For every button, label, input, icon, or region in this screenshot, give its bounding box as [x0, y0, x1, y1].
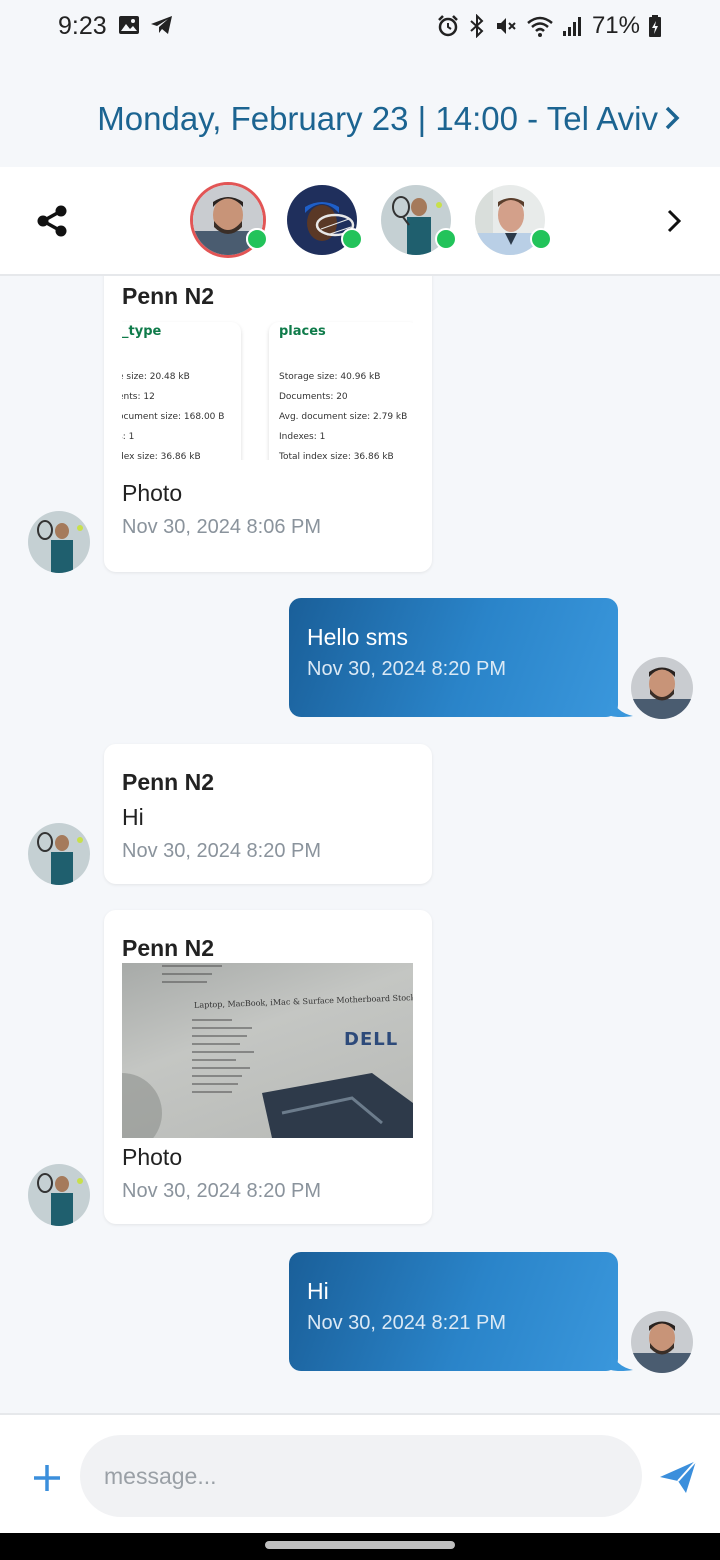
chevron-right-icon[interactable] — [664, 207, 684, 235]
my-avatar[interactable] — [631, 657, 693, 719]
message-timestamp: Nov 30, 2024 8:20 PM — [307, 658, 507, 680]
message-text: Photo — [122, 480, 183, 506]
message-text: Hello sms — [307, 624, 408, 650]
wifi-icon — [527, 16, 553, 37]
message-sender: Penn N2 — [122, 769, 215, 795]
my-avatar[interactable] — [631, 1311, 693, 1373]
message-text: Hi — [122, 804, 144, 830]
status-time: 9:23 — [58, 12, 107, 40]
message-input[interactable] — [80, 1435, 642, 1517]
add-attachment-button[interactable] — [30, 1461, 64, 1495]
online-indicator — [435, 228, 457, 250]
event-title[interactable]: Monday, February 23 | 14:00 - Tel Aviv — [97, 100, 658, 138]
mute-icon — [496, 18, 516, 34]
online-indicator — [246, 228, 268, 250]
message-text: Photo — [122, 1144, 183, 1170]
telegram-icon — [151, 16, 172, 34]
event-header: Monday, February 23 | 14:00 - Tel Aviv — [0, 56, 720, 167]
message-sender: Penn N2 — [122, 935, 215, 961]
photo-attachment[interactable]: _type e size: 20.48 kB ents: 12 ocument … — [122, 288, 413, 460]
participants-bar — [0, 167, 720, 276]
share-icon[interactable] — [34, 203, 70, 239]
incoming-message-card[interactable]: Penn N2 _type e size: 20.48 kB ents: 12 … — [104, 276, 432, 572]
battery-percent: 71% — [591, 12, 640, 39]
sender-avatar[interactable] — [28, 823, 90, 885]
status-bar: 9:23 71% — [0, 0, 720, 56]
message-text: Hi — [307, 1278, 329, 1304]
document-stats-panel: _type e size: 20.48 kB ents: 12 ocument … — [122, 322, 241, 460]
incoming-message-card[interactable]: Penn N2 Hi Nov 30, 2024 8:20 PM — [104, 744, 432, 884]
bubble-tail — [611, 1350, 633, 1371]
sender-avatar[interactable] — [28, 1164, 90, 1226]
home-gesture-handle[interactable] — [265, 1541, 455, 1549]
bubble-tail — [611, 696, 633, 717]
outgoing-message-bubble[interactable]: Hello sms Nov 30, 2024 8:20 PM — [289, 598, 618, 717]
system-nav-bar — [0, 1533, 720, 1560]
online-indicator — [530, 228, 552, 250]
bluetooth-icon — [470, 14, 484, 38]
gallery-icon — [119, 16, 139, 34]
signal-icon — [562, 17, 581, 36]
incoming-message-card[interactable]: Penn N2 Laptop, MacBook, iMac & Surface … — [104, 910, 432, 1224]
battery-charging-icon — [649, 15, 661, 37]
chat-messages[interactable]: Penn N2 _type e size: 20.48 kB ents: 12 … — [0, 276, 720, 1413]
message-composer — [0, 1413, 720, 1535]
outgoing-message-bubble[interactable]: Hi Nov 30, 2024 8:21 PM — [289, 1252, 618, 1371]
message-timestamp: Nov 30, 2024 8:20 PM — [122, 840, 322, 862]
document-stats-panel: places Storage size: 40.96 kB Documents:… — [269, 322, 413, 460]
message-timestamp: Nov 30, 2024 8:20 PM — [122, 1180, 322, 1202]
send-icon[interactable] — [658, 1457, 698, 1497]
online-indicator — [341, 228, 363, 250]
photo-attachment[interactable]: Laptop, MacBook, iMac & Surface Motherbo… — [122, 963, 413, 1138]
sender-avatar[interactable] — [28, 511, 90, 573]
alarm-icon — [438, 15, 458, 37]
chevron-right-icon[interactable] — [660, 104, 684, 132]
message-timestamp: Nov 30, 2024 8:06 PM — [122, 516, 322, 538]
message-timestamp: Nov 30, 2024 8:21 PM — [307, 1312, 507, 1334]
